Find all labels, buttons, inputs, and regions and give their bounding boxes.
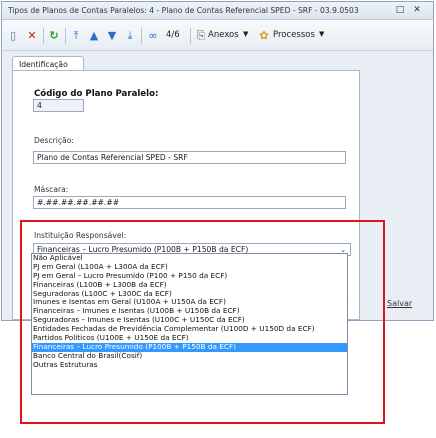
- tab-label: Identificação: [19, 60, 68, 69]
- next-record-icon[interactable]: ▼: [106, 29, 118, 42]
- toolbar: ▯ ✕ ↻ ⤒ ▲ ▼ ⤓ ∞ 4/6 ⎘ Anexos ▼ ✿ Process…: [2, 20, 433, 51]
- close-button[interactable]: ✕: [411, 4, 423, 16]
- new-document-icon[interactable]: ▯: [7, 29, 19, 42]
- toolbar-separator: [65, 28, 66, 44]
- chevron-down-icon[interactable]: ▼: [319, 30, 324, 38]
- descricao-field[interactable]: Plano de Contas Referencial SPED - SRF: [33, 151, 346, 164]
- delete-icon[interactable]: ✕: [26, 29, 38, 42]
- list-item[interactable]: Outras Estruturas: [32, 360, 347, 370]
- processos-button[interactable]: Processos: [273, 30, 315, 40]
- chevron-down-icon[interactable]: ▼: [243, 30, 248, 38]
- last-record-icon[interactable]: ⤓: [124, 29, 136, 42]
- tab-identificacao[interactable]: Identificação: [12, 56, 84, 71]
- window-title: Tipos de Planos de Contas Paralelos: 4 -…: [8, 6, 359, 15]
- mascara-label: Máscara:: [34, 185, 69, 194]
- refresh-icon[interactable]: ↻: [48, 29, 60, 42]
- descricao-label: Descrição:: [34, 136, 74, 145]
- codigo-label: Código do Plano Paralelo:: [34, 89, 159, 99]
- first-record-icon[interactable]: ⤒: [70, 29, 82, 42]
- mascara-field[interactable]: #.##.##.##.##.##: [33, 196, 346, 209]
- anexos-button[interactable]: Anexos: [208, 30, 239, 40]
- toolbar-separator: [141, 28, 142, 44]
- save-button[interactable]: Salvar: [387, 299, 412, 308]
- restore-button[interactable]: □: [394, 4, 406, 16]
- codigo-field: 4: [33, 99, 84, 112]
- toolbar-separator: [190, 28, 191, 44]
- previous-record-icon[interactable]: ▲: [88, 29, 100, 42]
- instituicao-options-list[interactable]: Não Aplicável PJ em Geral (L100A + L300A…: [31, 253, 348, 395]
- paperclip-icon: ⎘: [196, 29, 206, 42]
- title-bar: Tipos de Planos de Contas Paralelos: 4 -…: [2, 2, 433, 20]
- toolbar-separator: [43, 28, 44, 44]
- gear-process-icon: ✿: [259, 29, 269, 42]
- record-position: 4/6: [166, 30, 180, 40]
- binoculars-icon[interactable]: ∞: [146, 29, 160, 42]
